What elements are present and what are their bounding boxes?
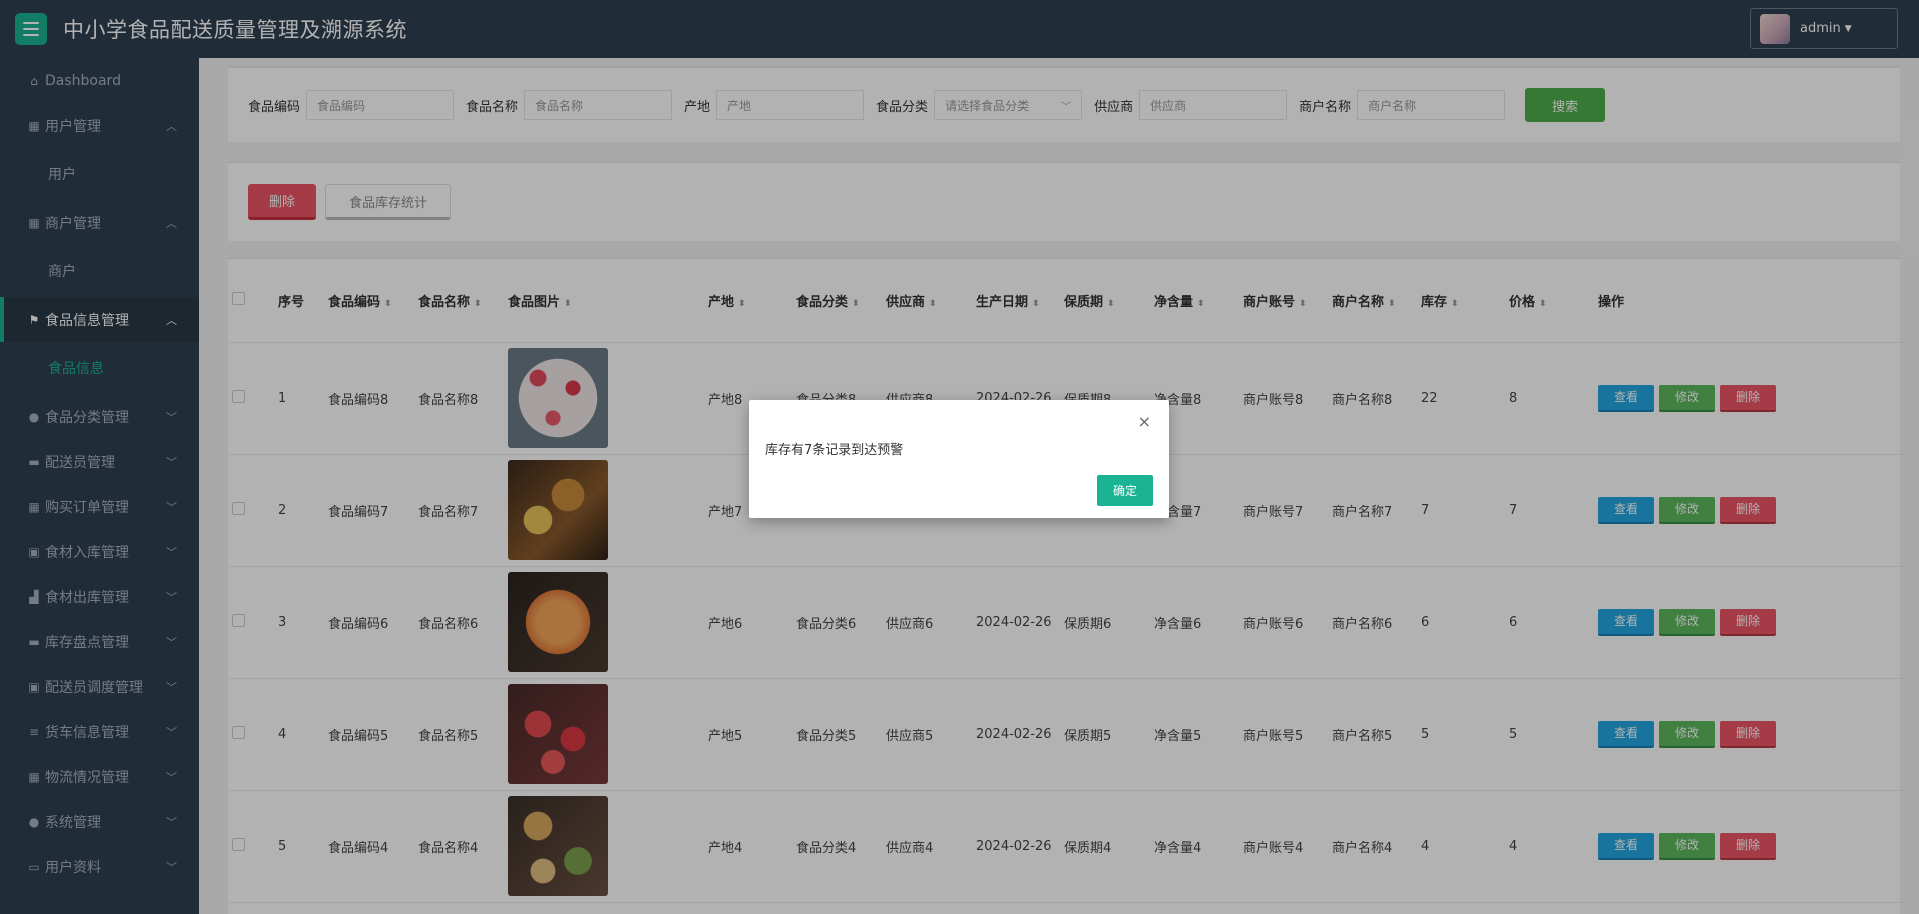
close-icon[interactable]: × [1138, 412, 1151, 431]
alert-message: 库存有7条记录到达预警 [765, 443, 904, 458]
confirm-button[interactable]: 确定 [1097, 475, 1153, 506]
alert-dialog: × 库存有7条记录到达预警 确定 [749, 400, 1169, 518]
